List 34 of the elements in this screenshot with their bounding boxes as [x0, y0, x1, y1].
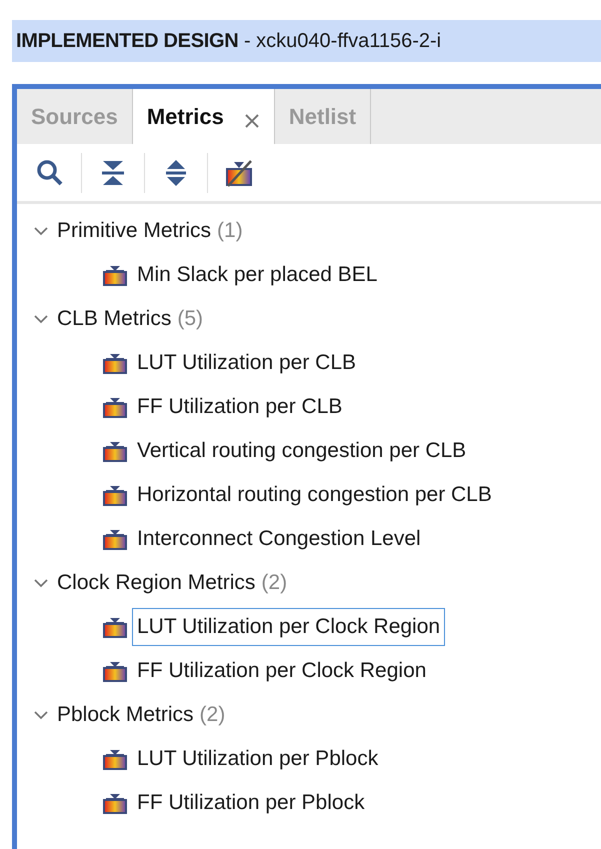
heatmap-icon [103, 264, 127, 286]
tab[interactable]: Metrics [132, 89, 275, 144]
heatmap-icon [103, 352, 127, 374]
metric-item[interactable]: LUT Utilization per Clock Region [132, 608, 446, 646]
item-count: (2) [261, 570, 288, 596]
metric-item[interactable]: Vertical routing congestion per CLB [132, 432, 472, 470]
heatmap-icon [103, 440, 127, 462]
group-label[interactable]: Pblock Metrics [57, 699, 194, 731]
heatmap-icon [103, 396, 127, 418]
group-label[interactable]: Primitive Metrics [57, 215, 212, 247]
heatmap-icon [103, 484, 127, 506]
heatmap-icon [103, 792, 127, 814]
metric-item[interactable]: FF Utilization per Clock Region [132, 652, 432, 690]
crossed-heatmap-icon[interactable] [224, 158, 254, 188]
metric-item[interactable]: Horizontal routing congestion per CLB [132, 476, 497, 514]
design-title: IMPLEMENTED DESIGN [16, 29, 238, 54]
close-icon[interactable] [244, 112, 260, 128]
part-name: - xcku040-ffva1156-2-i [242, 29, 442, 54]
metric-item[interactable]: LUT Utilization per CLB [132, 344, 362, 382]
metric-item[interactable]: FF Utilization per CLB [132, 388, 348, 426]
item-count: (1) [217, 218, 243, 244]
heatmap-icon [103, 616, 127, 638]
heatmap-icon [103, 748, 127, 770]
metric-item[interactable]: Min Slack per placed BEL [132, 256, 382, 294]
metric-item[interactable]: FF Utilization per Pblock [132, 784, 370, 822]
group-label[interactable]: Clock Region Metrics [57, 567, 256, 599]
search-icon[interactable] [35, 158, 65, 188]
metric-item[interactable]: Interconnect Congestion Level [132, 520, 426, 558]
group-label[interactable]: CLB Metrics [57, 303, 172, 335]
heatmap-icon [103, 660, 127, 682]
item-count: (2) [200, 702, 226, 728]
metric-item[interactable]: LUT Utilization per Pblock [132, 740, 384, 778]
item-count: (5) [177, 306, 204, 332]
heatmap-icon [103, 528, 127, 550]
